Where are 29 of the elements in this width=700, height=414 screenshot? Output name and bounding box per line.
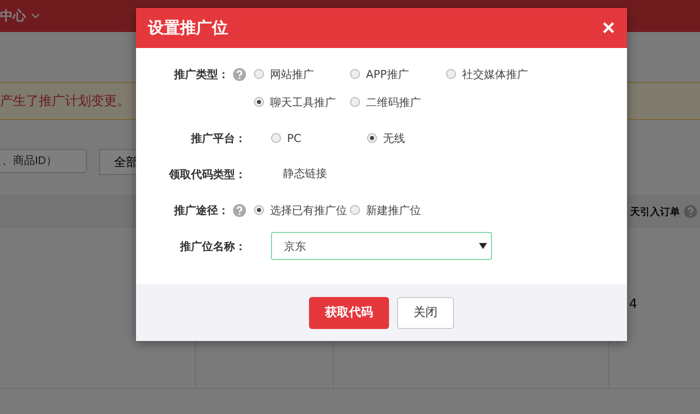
field-label: 领取代码类型：: [169, 166, 246, 182]
help-icon[interactable]: [684, 205, 697, 218]
dialog-title: 设置推广位: [148, 18, 228, 38]
radio-option[interactable]: APP推广: [350, 66, 446, 82]
close-button[interactable]: ×: [602, 17, 615, 39]
chevron-down-icon: [31, 13, 40, 19]
field-label: 推广平台：: [191, 130, 246, 146]
radio-option[interactable]: 新建推广位: [350, 202, 446, 218]
column-header: 天引入订单: [630, 206, 680, 218]
field-label: 推广类型：: [174, 66, 229, 82]
close-dialog-button[interactable]: 关闭: [397, 296, 454, 328]
radio-option[interactable]: PC: [271, 130, 367, 146]
radio-option[interactable]: 聊天工具推广: [254, 94, 350, 110]
field-value: 静态链接: [283, 166, 327, 182]
table-cell: 4: [629, 297, 638, 312]
field-label: 推广途径：: [174, 202, 229, 218]
select-field[interactable]: 京东: [271, 232, 492, 260]
field-label: 推广位名称：: [180, 238, 246, 254]
radio-option[interactable]: 社交媒体推广: [446, 66, 542, 82]
get-code-button[interactable]: 获取代码: [309, 296, 389, 328]
radio-option[interactable]: 选择已有推广位: [254, 202, 350, 218]
radio-option[interactable]: 二维码推广: [350, 94, 446, 110]
radio-option[interactable]: 无线: [367, 130, 463, 146]
search-field[interactable]: 、商品ID）: [0, 149, 87, 173]
help-icon[interactable]: [233, 68, 246, 80]
dropdown-arrow-icon: [479, 243, 487, 249]
notice-text: 产生了推广计划变更。: [0, 93, 130, 110]
help-icon[interactable]: [233, 204, 246, 216]
radio-option[interactable]: 网站推广: [254, 66, 350, 82]
